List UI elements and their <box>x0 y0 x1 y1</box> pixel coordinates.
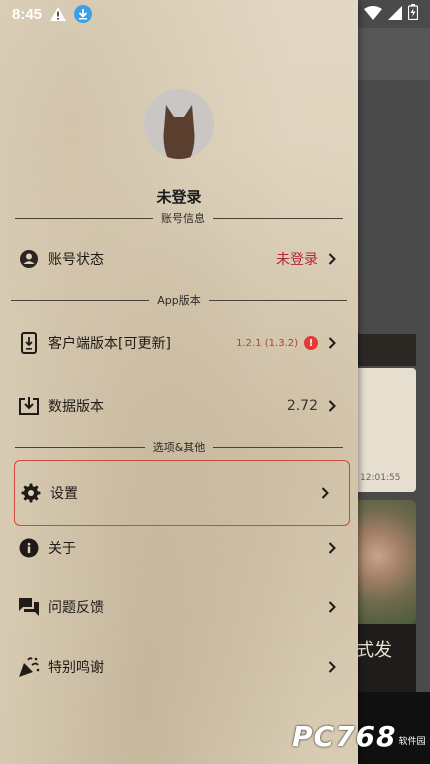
feedback-row[interactable]: 问题反馈 <box>0 582 358 632</box>
chevron-right-icon <box>328 253 338 265</box>
account-status-value: 未登录 <box>276 252 318 268</box>
chevron-right-icon <box>328 400 338 412</box>
chat-bubbles-icon <box>18 596 40 618</box>
section-app-version-label: App版本 <box>157 294 201 307</box>
client-version-value: 1.2.1 (1.3.2) <box>236 337 298 349</box>
background-card-4-title: 式发 <box>356 640 392 661</box>
section-account-label: 账号信息 <box>161 212 205 225</box>
party-popper-icon <box>18 656 40 678</box>
divider-line <box>14 446 145 448</box>
account-status-label: 账号状态 <box>48 252 104 268</box>
cat-avatar-icon <box>163 105 195 159</box>
special-thanks-label: 特别鸣谢 <box>48 660 104 676</box>
watermark-text: PC768 <box>292 720 397 753</box>
chevron-right-icon <box>321 487 331 499</box>
section-options-label: 选项&其他 <box>152 441 206 454</box>
data-version-value: 2.72 <box>286 398 318 414</box>
warning-icon <box>50 7 67 21</box>
phone-download-icon <box>18 332 40 354</box>
gear-icon <box>20 482 42 504</box>
battery-icon <box>407 4 419 24</box>
signal-icon <box>388 5 402 24</box>
chevron-right-icon <box>328 542 338 554</box>
data-version-row[interactable]: 数据版本 2.72 <box>0 381 358 431</box>
background-timestamp: 12:01:55 <box>360 473 401 483</box>
client-version-row[interactable]: 客户端版本[可更新] 1.2.1 (1.3.2) ! <box>0 318 358 368</box>
chevron-right-icon <box>328 661 338 673</box>
about-label: 关于 <box>48 541 76 557</box>
status-icons-right <box>364 4 419 24</box>
feedback-label: 问题反馈 <box>48 600 104 616</box>
settings-row[interactable]: 设置 <box>14 460 350 526</box>
status-time: 8:45 <box>12 5 43 23</box>
watermark-logo: PC768 软件园 <box>292 720 426 753</box>
divider-line <box>208 299 347 301</box>
section-options-divider: 选项&其他 <box>0 439 358 455</box>
download-icon <box>74 5 93 23</box>
divider-line <box>213 446 344 448</box>
watermark-subtext: 软件园 <box>398 737 426 747</box>
client-version-label: 客户端版本[可更新] <box>48 336 171 352</box>
info-icon <box>18 537 40 559</box>
chevron-right-icon <box>328 601 338 613</box>
divider-line <box>11 299 150 301</box>
navigation-drawer: 未登录 账号信息 账号状态 未登录 App版本 客户端版本[可更新] 1.2.1… <box>0 0 358 764</box>
divider-line <box>15 217 153 219</box>
status-bar: 8:45 <box>0 0 430 28</box>
account-status-row[interactable]: 账号状态 未登录 <box>0 234 358 284</box>
settings-label: 设置 <box>50 486 78 502</box>
update-alert-badge: ! <box>304 336 318 350</box>
download-box-icon <box>18 395 40 417</box>
section-app-version-divider: App版本 <box>0 292 358 308</box>
user-name[interactable]: 未登录 <box>0 186 358 207</box>
data-version-label: 数据版本 <box>48 399 104 415</box>
avatar[interactable] <box>144 89 214 159</box>
chevron-right-icon <box>328 337 338 349</box>
wifi-icon <box>364 5 382 24</box>
background-strip <box>355 334 416 366</box>
divider-line <box>213 217 343 219</box>
special-thanks-row[interactable]: 特别鸣谢 <box>0 642 358 692</box>
background-toolbar <box>355 28 430 80</box>
about-row[interactable]: 关于 <box>0 523 358 573</box>
section-account-divider: 账号信息 <box>0 210 358 226</box>
account-circle-icon <box>18 248 40 270</box>
